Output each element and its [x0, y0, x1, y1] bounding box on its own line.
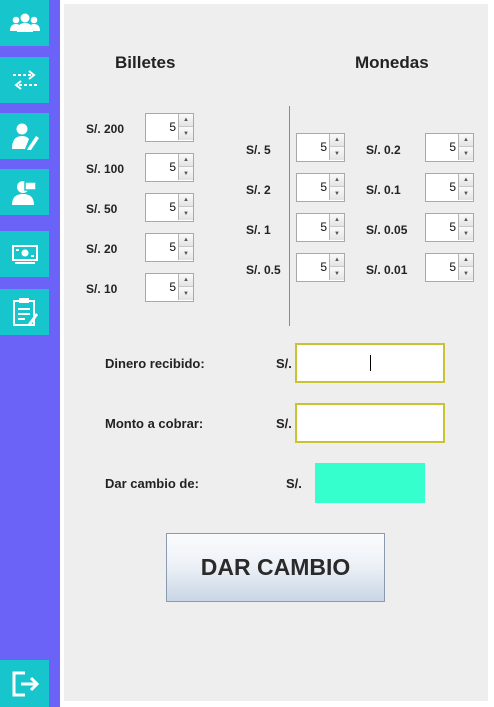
user-card-icon — [11, 181, 37, 205]
increment-arrow-icon[interactable]: ▲ — [178, 274, 193, 287]
billetes-heading: Billetes — [115, 53, 176, 72]
decrement-arrow-icon[interactable]: ▼ — [458, 187, 473, 200]
user-edit-icon — [11, 123, 39, 150]
moneda-0-2-spinner[interactable]: 5 ▲ ▼ — [425, 133, 474, 162]
increment-arrow-icon[interactable]: ▲ — [178, 194, 193, 207]
decrement-arrow-icon[interactable]: ▼ — [458, 147, 473, 160]
billete-20-value: 5 — [169, 240, 176, 254]
sidebar-item-users[interactable] — [0, 0, 49, 46]
increment-arrow-icon[interactable]: ▲ — [458, 214, 473, 227]
clipboard-icon — [12, 298, 38, 326]
increment-arrow-icon[interactable]: ▲ — [329, 134, 344, 147]
billete-10-label: S/. 10 — [86, 282, 118, 296]
moneda-0-2-label: S/. 0.2 — [366, 143, 401, 157]
moneda-0-05-spinner[interactable]: 5 ▲ ▼ — [425, 213, 474, 242]
currency-label: S/. — [276, 356, 292, 371]
moneda-2-value: 5 — [320, 180, 327, 194]
moneda-0-01-spinner[interactable]: 5 ▲ ▼ — [425, 253, 474, 282]
decrement-arrow-icon[interactable]: ▼ — [329, 187, 344, 200]
cambio-result-field — [315, 463, 425, 503]
section-divider — [289, 106, 290, 326]
moneda-0-5-value: 5 — [320, 260, 327, 274]
moneda-2-label: S/. 2 — [246, 183, 271, 197]
billete-100-label: S/. 100 — [86, 162, 125, 176]
sidebar-item-report[interactable] — [0, 289, 49, 335]
billete-100-spinner[interactable]: 5 ▲ ▼ — [145, 153, 194, 182]
increment-arrow-icon[interactable]: ▲ — [458, 174, 473, 187]
billete-200-label: S/. 200 — [86, 122, 125, 136]
monto-cobrar-input[interactable] — [295, 403, 445, 443]
moneda-0-1-spinner[interactable]: 5 ▲ ▼ — [425, 173, 474, 202]
billete-20-label: S/. 20 — [86, 242, 118, 256]
sidebar-item-transfer[interactable] — [0, 57, 49, 103]
increment-arrow-icon[interactable]: ▲ — [329, 214, 344, 227]
transfer-icon — [12, 70, 37, 90]
moneda-1-label: S/. 1 — [246, 223, 271, 237]
text-caret — [370, 355, 371, 371]
moneda-0-1-label: S/. 0.1 — [366, 183, 401, 197]
money-icon — [11, 245, 38, 264]
currency-label: S/. — [286, 476, 302, 491]
decrement-arrow-icon[interactable]: ▼ — [458, 267, 473, 280]
moneda-0-5-spinner[interactable]: 5 ▲ ▼ — [296, 253, 345, 282]
moneda-1-value: 5 — [320, 220, 327, 234]
moneda-5-label: S/. 5 — [246, 143, 271, 157]
logout-icon — [12, 671, 39, 696]
logout-button[interactable] — [0, 660, 49, 707]
moneda-0-1-value: 5 — [449, 180, 456, 194]
moneda-5-spinner[interactable]: 5 ▲ ▼ — [296, 133, 345, 162]
decrement-arrow-icon[interactable]: ▼ — [178, 127, 193, 140]
decrement-arrow-icon[interactable]: ▼ — [178, 167, 193, 180]
increment-arrow-icon[interactable]: ▲ — [458, 254, 473, 267]
increment-arrow-icon[interactable]: ▲ — [178, 154, 193, 167]
billete-100-value: 5 — [169, 160, 176, 174]
users-icon — [9, 13, 40, 32]
decrement-arrow-icon[interactable]: ▼ — [178, 207, 193, 220]
monto-cobrar-label: Monto a cobrar: — [105, 416, 204, 431]
moneda-5-value: 5 — [320, 140, 327, 154]
moneda-0-05-value: 5 — [449, 220, 456, 234]
monedas-heading: Monedas — [355, 53, 429, 72]
increment-arrow-icon[interactable]: ▲ — [458, 134, 473, 147]
moneda-0-05-label: S/. 0.05 — [366, 223, 408, 237]
increment-arrow-icon[interactable]: ▲ — [329, 254, 344, 267]
decrement-arrow-icon[interactable]: ▼ — [458, 227, 473, 240]
sidebar-item-user-card[interactable] — [0, 169, 49, 215]
decrement-arrow-icon[interactable]: ▼ — [329, 147, 344, 160]
increment-arrow-icon[interactable]: ▲ — [178, 234, 193, 247]
decrement-arrow-icon[interactable]: ▼ — [178, 247, 193, 260]
sidebar — [0, 0, 60, 707]
sidebar-item-edit-user[interactable] — [0, 113, 49, 159]
billete-10-value: 5 — [169, 280, 176, 294]
billete-20-spinner[interactable]: 5 ▲ ▼ — [145, 233, 194, 262]
billete-10-spinner[interactable]: 5 ▲ ▼ — [145, 273, 194, 302]
decrement-arrow-icon[interactable]: ▼ — [329, 227, 344, 240]
increment-arrow-icon[interactable]: ▲ — [178, 114, 193, 127]
sidebar-item-money[interactable] — [0, 231, 49, 277]
dar-cambio-button[interactable]: DAR CAMBIO — [166, 533, 385, 602]
decrement-arrow-icon[interactable]: ▼ — [178, 287, 193, 300]
moneda-2-spinner[interactable]: 5 ▲ ▼ — [296, 173, 345, 202]
dar-cambio-label: Dar cambio de: — [105, 476, 199, 491]
moneda-0-01-value: 5 — [449, 260, 456, 274]
billete-50-spinner[interactable]: 5 ▲ ▼ — [145, 193, 194, 222]
decrement-arrow-icon[interactable]: ▼ — [329, 267, 344, 280]
dinero-recibido-input[interactable] — [295, 343, 445, 383]
billete-200-spinner[interactable]: 5 ▲ ▼ — [145, 113, 194, 142]
moneda-0-01-label: S/. 0.01 — [366, 263, 408, 277]
billete-50-label: S/. 50 — [86, 202, 118, 216]
moneda-0-2-value: 5 — [449, 140, 456, 154]
currency-label: S/. — [276, 416, 292, 431]
billete-50-value: 5 — [169, 200, 176, 214]
moneda-0-5-label: S/. 0.5 — [246, 263, 281, 277]
moneda-1-spinner[interactable]: 5 ▲ ▼ — [296, 213, 345, 242]
dinero-recibido-label: Dinero recibido: — [105, 356, 205, 371]
billete-200-value: 5 — [169, 120, 176, 134]
increment-arrow-icon[interactable]: ▲ — [329, 174, 344, 187]
